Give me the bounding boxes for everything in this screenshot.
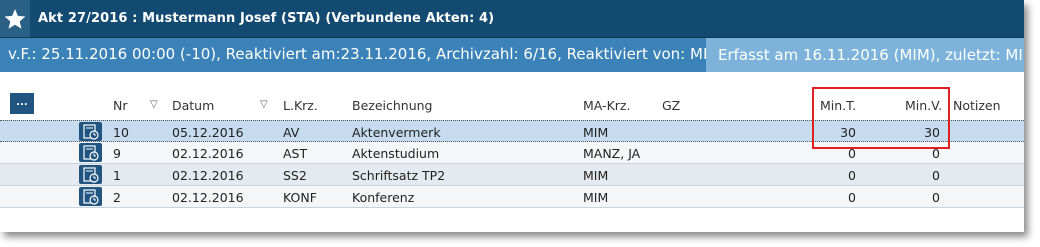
col-bezeichnung[interactable]: Bezeichnung <box>352 98 433 113</box>
cell-minv: 0 <box>932 168 940 183</box>
table-header: Nr ▽ Datum ▽ L.Krz. Bezeichnung MA-Krz. … <box>0 95 1024 117</box>
cell-minv: 0 <box>932 146 940 161</box>
cell-nr: 10 <box>113 125 129 140</box>
title-bar: Akt 27/2016 : Mustermann Josef (STA) (Ve… <box>0 0 1024 38</box>
col-datum[interactable]: Datum <box>172 98 214 113</box>
col-mint[interactable]: Min.T. <box>820 98 856 113</box>
cell-nr: 9 <box>113 146 121 161</box>
cell-lkrz: AST <box>283 146 308 161</box>
col-notizen[interactable]: Notizen <box>953 98 1001 113</box>
cell-mint: 0 <box>848 146 856 161</box>
cell-nr: 2 <box>113 190 121 205</box>
cell-minv: 0 <box>932 190 940 205</box>
sort-nr-icon[interactable]: ▽ <box>150 99 158 110</box>
cell-minv: 30 <box>924 125 940 140</box>
document-clock-icon[interactable] <box>79 143 102 162</box>
cell-mint: 0 <box>848 168 856 183</box>
cell-datum: 02.12.2016 <box>172 190 244 205</box>
cell-makrz: MIM <box>583 168 609 183</box>
cell-datum: 05.12.2016 <box>172 125 244 140</box>
cell-lkrz: KONF <box>283 190 317 205</box>
favorite-button[interactable] <box>0 0 30 37</box>
document-clock-icon[interactable] <box>79 187 102 206</box>
col-makrz[interactable]: MA-Krz. <box>583 98 630 113</box>
table-row[interactable]: 1 02.12.2016 SS2 Schriftsatz TP2 MIM 0 0 <box>0 164 1024 186</box>
cell-makrz: MIM <box>583 190 609 205</box>
table-row[interactable]: 10 05.12.2016 AV Aktenvermerk MIM 30 30 <box>0 120 1024 142</box>
table-row[interactable]: 2 02.12.2016 KONF Konferenz MIM 0 0 <box>0 186 1024 208</box>
col-lkrz[interactable]: L.Krz. <box>283 98 318 113</box>
cell-lkrz: AV <box>283 125 300 140</box>
cell-bezeichnung: Aktenstudium <box>352 146 440 161</box>
cell-bezeichnung: Konferenz <box>352 190 415 205</box>
col-nr[interactable]: Nr <box>113 98 128 113</box>
cell-datum: 02.12.2016 <box>172 168 244 183</box>
cell-bezeichnung: Aktenvermerk <box>352 125 441 140</box>
info-status: v.F.: 25.11.2016 00:00 (-10), Reaktivier… <box>8 45 706 63</box>
cell-datum: 02.12.2016 <box>172 146 244 161</box>
cell-nr: 1 <box>113 168 121 183</box>
file-title: Akt 27/2016 : Mustermann Josef (STA) (Ve… <box>38 11 495 26</box>
document-clock-icon[interactable] <box>79 165 102 184</box>
cell-makrz: MANZ, JA <box>583 146 641 161</box>
cell-bezeichnung: Schriftsatz TP2 <box>352 168 446 183</box>
col-gz[interactable]: GZ <box>662 98 680 113</box>
info-created: Erfasst am 16.11.2016 (MIM), zuletzt: MI… <box>706 38 1024 72</box>
file-window: Akt 27/2016 : Mustermann Josef (STA) (Ve… <box>0 0 1024 232</box>
cell-lkrz: SS2 <box>283 168 307 183</box>
table-row[interactable]: 9 02.12.2016 AST Aktenstudium MANZ, JA 0… <box>0 142 1024 164</box>
document-clock-icon[interactable] <box>79 122 102 141</box>
col-minv[interactable]: Min.V. <box>905 98 942 113</box>
cell-mint: 0 <box>848 190 856 205</box>
cell-mint: 30 <box>840 125 856 140</box>
info-bar: v.F.: 25.11.2016 00:00 (-10), Reaktivier… <box>0 38 1024 72</box>
sort-datum-icon[interactable]: ▽ <box>260 99 268 110</box>
cell-makrz: MIM <box>583 125 609 140</box>
star-icon <box>4 8 26 29</box>
